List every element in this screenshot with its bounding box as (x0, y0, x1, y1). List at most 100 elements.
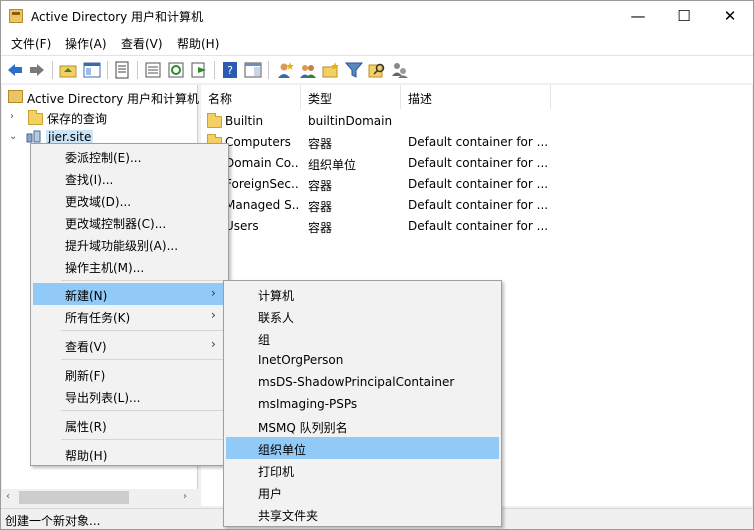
menu-item-properties[interactable]: 属性(R) (33, 414, 227, 436)
menu-item-label: 查看(V) (65, 340, 107, 354)
menu-item-new[interactable]: 新建(N) › (33, 283, 227, 305)
svg-text:?: ? (227, 64, 233, 77)
submenu-arrow-icon: › (211, 308, 216, 322)
menu-help[interactable]: 帮助(H) (177, 35, 219, 52)
properties-icon[interactable] (144, 61, 162, 79)
submenu-item-msmq-alias[interactable]: MSMQ 队列别名 (226, 415, 499, 437)
close-button[interactable]: ✕ (707, 1, 753, 31)
submenu-item-msimaging-psps[interactable]: msImaging-PSPs (226, 393, 499, 415)
submenu-item-organizational-unit[interactable]: 组织单位 (226, 437, 499, 459)
submenu-arrow-icon: › (211, 337, 216, 351)
row-type: 容器 (308, 179, 333, 193)
folder-icon (207, 113, 222, 128)
scroll-left-icon[interactable]: ‹ (6, 491, 10, 502)
column-header-description[interactable]: 描述 (401, 85, 551, 109)
row-description: Default container for ... (408, 135, 548, 149)
menu-item-label: 打印机 (258, 465, 295, 479)
menu-separator (61, 280, 225, 281)
maximize-button[interactable]: ☐ (661, 1, 707, 31)
menu-item-find[interactable]: 查找(I)... (33, 167, 227, 189)
menu-item-operations-masters[interactable]: 操作主机(M)... (33, 255, 227, 277)
menu-item-label: 属性(R) (65, 420, 107, 434)
submenu-item-computer[interactable]: 计算机 (226, 283, 499, 305)
row-type: builtinDomain (308, 114, 393, 128)
menu-item-export-list[interactable]: 导出列表(L)... (33, 385, 227, 407)
menu-item-label: 导出列表(L)... (65, 391, 141, 405)
menu-file[interactable]: 文件(F) (11, 35, 51, 52)
context-menu: 委派控制(E)... 查找(I)... 更改域(D)... 更改域控制器(C).… (30, 143, 229, 466)
new-ou-icon[interactable] (322, 61, 340, 79)
menu-item-label: 组织单位 (258, 443, 307, 457)
submenu-arrow-icon: › (211, 286, 216, 300)
submenu-item-printer[interactable]: 打印机 (226, 459, 499, 481)
delegate-icon[interactable] (391, 61, 409, 79)
tree-item-label: jier.site (46, 130, 94, 144)
row-type: 组织单位 (308, 158, 357, 172)
menu-item-delegate-control[interactable]: 委派控制(E)... (33, 145, 227, 167)
toolbar-separator (52, 61, 53, 79)
menu-item-label: 刷新(F) (65, 369, 106, 383)
app-window: Active Directory 用户和计算机 — ☐ ✕ 文件(F) 操作(A… (0, 0, 754, 530)
tree-item-root[interactable]: Active Directory 用户和计算机 (2, 87, 200, 107)
menu-item-label: 计算机 (258, 289, 295, 303)
find-icon[interactable] (368, 61, 386, 79)
submenu-item-user[interactable]: 用户 (226, 481, 499, 503)
submenu-item-shadow-principal-container[interactable]: msDS-ShadowPrincipalContainer (226, 371, 499, 393)
filter-icon[interactable] (345, 61, 363, 79)
menu-action[interactable]: 操作(A) (65, 35, 107, 52)
help-icon[interactable]: ? (221, 61, 239, 79)
menu-item-help[interactable]: 帮助(H) (33, 443, 227, 465)
menu-item-label: msDS-ShadowPrincipalContainer (258, 375, 455, 389)
horizontal-scrollbar[interactable]: ‹ › (2, 489, 198, 506)
column-header-type[interactable]: 类型 (301, 85, 401, 109)
new-submenu: 计算机 联系人 组 InetOrgPerson msDS-ShadowPrinc… (223, 280, 502, 527)
menu-item-label: 查找(I)... (65, 173, 114, 187)
expand-icon[interactable]: › (10, 111, 14, 122)
row-type: 容器 (308, 200, 333, 214)
menu-item-all-tasks[interactable]: 所有任务(K) › (33, 305, 227, 327)
menu-bar: 文件(F) 操作(A) 查看(V) 帮助(H) (1, 31, 753, 55)
row-description: Default container for ... (408, 219, 548, 233)
toolbar: ? (1, 55, 753, 83)
back-icon[interactable] (6, 61, 24, 79)
menu-item-change-domain[interactable]: 更改域(D)... (33, 189, 227, 211)
column-header-name[interactable]: 名称 (201, 85, 301, 109)
scrollbar-thumb[interactable] (19, 491, 129, 504)
folder-up-icon[interactable] (59, 61, 77, 79)
tree-item-saved-queries[interactable]: › 保存的查询 (2, 107, 198, 127)
folder-icon (28, 110, 43, 125)
new-user-icon[interactable] (276, 61, 294, 79)
minimize-button[interactable]: — (615, 1, 661, 31)
submenu-item-group[interactable]: 组 (226, 327, 499, 349)
menu-item-change-dc[interactable]: 更改域控制器(C)... (33, 211, 227, 233)
row-name: Domain Co... (225, 156, 299, 170)
status-text: 创建一个新对象... (5, 514, 101, 528)
show-tree-icon[interactable] (83, 61, 101, 79)
menu-item-view[interactable]: 查看(V) › (33, 334, 227, 356)
row-type: 容器 (308, 221, 333, 235)
menu-item-label: 新建(N) (65, 289, 108, 303)
menu-item-label: 用户 (258, 487, 283, 501)
new-group-icon[interactable] (299, 61, 317, 79)
menu-item-refresh[interactable]: 刷新(F) (33, 363, 227, 385)
menu-item-label: 共享文件夹 (258, 509, 319, 523)
submenu-item-contact[interactable]: 联系人 (226, 305, 499, 327)
scroll-right-icon[interactable]: › (183, 491, 187, 502)
menu-item-raise-level[interactable]: 提升域功能级别(A)... (33, 233, 227, 255)
collapse-icon[interactable]: ⌄ (9, 131, 17, 142)
tree-item-label: Active Directory 用户和计算机 (27, 92, 200, 106)
submenu-item-shared-folder[interactable]: 共享文件夹 (226, 503, 499, 525)
menu-view[interactable]: 查看(V) (121, 35, 163, 52)
menu-separator (61, 439, 225, 440)
menu-item-label: 组 (258, 333, 271, 347)
forward-icon[interactable] (28, 61, 46, 79)
menu-item-label: 委派控制(E)... (65, 151, 142, 165)
submenu-item-inetorgperson[interactable]: InetOrgPerson (226, 349, 499, 371)
export-list-icon[interactable] (113, 61, 131, 79)
refresh-icon[interactable] (167, 61, 185, 79)
menu-separator (61, 359, 225, 360)
ad-app-icon (9, 9, 23, 23)
export-icon[interactable] (190, 61, 208, 79)
title-bar: Active Directory 用户和计算机 — ☐ ✕ (1, 1, 753, 31)
show-pane-icon[interactable] (244, 61, 262, 79)
